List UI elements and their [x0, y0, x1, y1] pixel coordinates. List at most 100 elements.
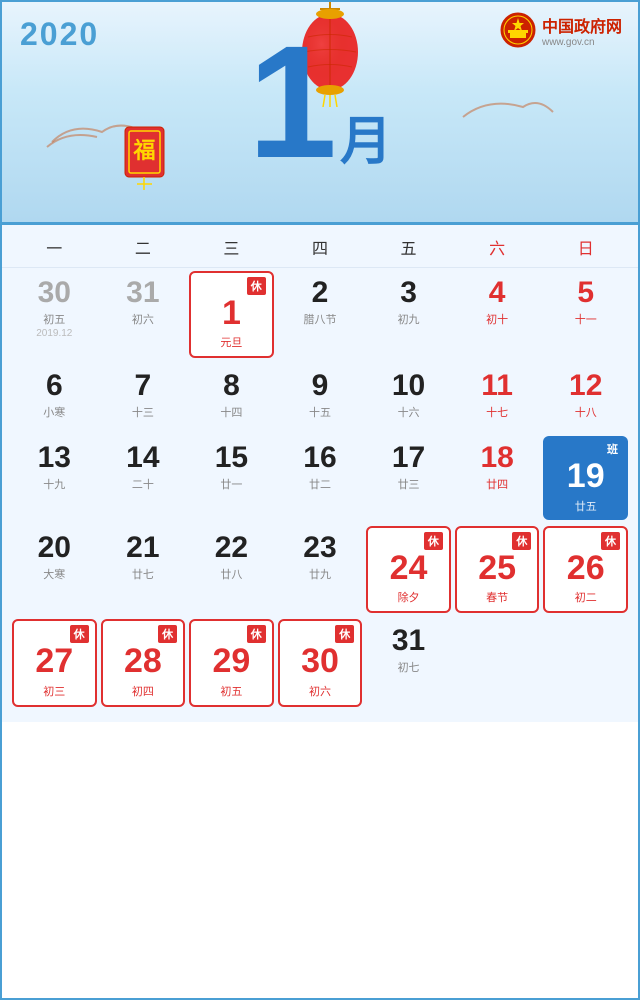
year-logo: 2020 [20, 16, 99, 53]
holiday-badge: 休 [247, 625, 266, 643]
day-cell-13: 13 十九 [10, 433, 99, 522]
gov-name: 中国政府网 [542, 13, 622, 37]
day-number: 18 [480, 441, 513, 474]
day-number: 23 [303, 531, 336, 564]
day-number: 21 [126, 531, 159, 564]
day-lunar: 十五 [309, 404, 331, 420]
day-lunar: 初六 [309, 683, 331, 699]
calendar-header: 2020 中国政府网 www.gov.cn 福 [2, 2, 638, 222]
day-cell-18: 18 廿四 [453, 433, 542, 522]
day-cell-24: 休 24 除夕 [366, 526, 451, 613]
weekday-wed: 三 [187, 235, 276, 259]
day-cell-21: 21 廿七 [99, 523, 188, 616]
day-lunar: 初五 [43, 311, 65, 327]
day-number: 14 [126, 441, 159, 474]
day-cell-6: 6 小寒 [10, 361, 99, 433]
day-lunar: 春节 [486, 589, 508, 605]
day-cell-10: 10 十六 [364, 361, 453, 433]
day-cell-16: 16 廿二 [276, 433, 365, 522]
day-number: 15 [215, 441, 248, 474]
day-number: 20 [38, 531, 71, 564]
work-badge: 班 [603, 440, 622, 458]
day-cell-3: 3 初九 [364, 268, 453, 361]
day-lunar: 十四 [220, 404, 242, 420]
day-lunar: 初九 [398, 311, 420, 327]
holiday-badge: 休 [512, 532, 531, 550]
day-number: 8 [223, 369, 240, 402]
day-cell-14: 14 二十 [99, 433, 188, 522]
holiday-badge: 休 [424, 532, 443, 550]
gov-emblem-icon [500, 12, 536, 48]
day-cell-prev-30: 30 初五 2019.12 [10, 268, 99, 361]
day-number: 31 [392, 624, 425, 657]
month-display: 1 月 [248, 22, 392, 182]
day-lunar: 廿五 [575, 498, 597, 514]
day-number: 28 [124, 643, 162, 680]
day-cell-19: 班 19 廿五 [543, 436, 628, 519]
day-cell-4: 4 初十 [453, 268, 542, 361]
day-number: 4 [489, 276, 506, 309]
holiday-badge: 休 [601, 532, 620, 550]
day-number: 27 [35, 643, 73, 680]
day-lunar: 廿一 [220, 476, 242, 492]
day-number: 7 [135, 369, 152, 402]
day-cell-17: 17 廿三 [364, 433, 453, 522]
holiday-badge: 休 [247, 277, 266, 295]
day-cell-28: 休 28 初四 [101, 619, 186, 706]
month-number: 1 [248, 22, 332, 182]
day-lunar: 二十 [132, 476, 154, 492]
day-cell-31: 31 初七 [364, 616, 453, 709]
day-lunar: 初十 [486, 311, 508, 327]
day-number: 9 [312, 369, 329, 402]
day-cell-11: 11 十七 [453, 361, 542, 433]
day-number: 13 [38, 441, 71, 474]
holiday-badge: 休 [158, 625, 177, 643]
svg-text:福: 福 [132, 138, 155, 163]
day-number: 2 [312, 276, 329, 309]
day-lunar: 除夕 [398, 589, 420, 605]
day-lunar: 十八 [575, 404, 597, 420]
day-cell-7: 7 十三 [99, 361, 188, 433]
day-lunar: 十六 [398, 404, 420, 420]
day-cell-22: 22 廿八 [187, 523, 276, 616]
day-cell-20: 20 大寒 [10, 523, 99, 616]
day-lunar: 廿七 [132, 566, 154, 582]
day-number: 22 [215, 531, 248, 564]
day-cell-30: 休 30 初六 [278, 619, 363, 706]
day-lunar: 腊八节 [303, 311, 336, 327]
prev-month-note: 2019.12 [36, 328, 72, 339]
day-lunar: 初三 [43, 683, 65, 699]
day-lunar: 廿八 [220, 566, 242, 582]
calendar-section: 一 二 三 四 五 六 日 30 初五 2019.12 31 初六 休 1 元旦… [2, 225, 638, 722]
day-cell-25: 休 25 春节 [455, 526, 540, 613]
day-number: 6 [46, 369, 63, 402]
day-number: 30 [38, 276, 71, 309]
day-number: 31 [126, 276, 159, 309]
day-lunar: 初七 [398, 659, 420, 675]
day-lunar: 十三 [132, 404, 154, 420]
day-number: 5 [577, 276, 594, 309]
day-number: 25 [478, 550, 516, 587]
day-number: 16 [303, 441, 336, 474]
day-lunar: 廿二 [309, 476, 331, 492]
day-cell-26: 休 26 初二 [543, 526, 628, 613]
day-cell-9: 9 十五 [276, 361, 365, 433]
day-lunar: 元旦 [220, 334, 242, 350]
day-cell-8: 8 十四 [187, 361, 276, 433]
day-lunar: 廿九 [309, 566, 331, 582]
day-number: 10 [392, 369, 425, 402]
day-cell-5: 5 十一 [541, 268, 630, 361]
fu-tag: 福 [117, 122, 172, 197]
holiday-badge: 休 [335, 625, 354, 643]
day-cell-29: 休 29 初五 [189, 619, 274, 706]
weekday-sun: 日 [541, 235, 630, 259]
day-lunar: 初五 [220, 683, 242, 699]
day-number: 24 [390, 550, 428, 587]
weekday-tue: 二 [99, 235, 188, 259]
day-cell-empty-1 [453, 616, 542, 709]
day-cell-27: 休 27 初三 [12, 619, 97, 706]
day-cell-prev-31: 31 初六 [99, 268, 188, 361]
day-lunar: 十七 [486, 404, 508, 420]
day-cell-23: 23 廿九 [276, 523, 365, 616]
day-number: 30 [301, 643, 339, 680]
